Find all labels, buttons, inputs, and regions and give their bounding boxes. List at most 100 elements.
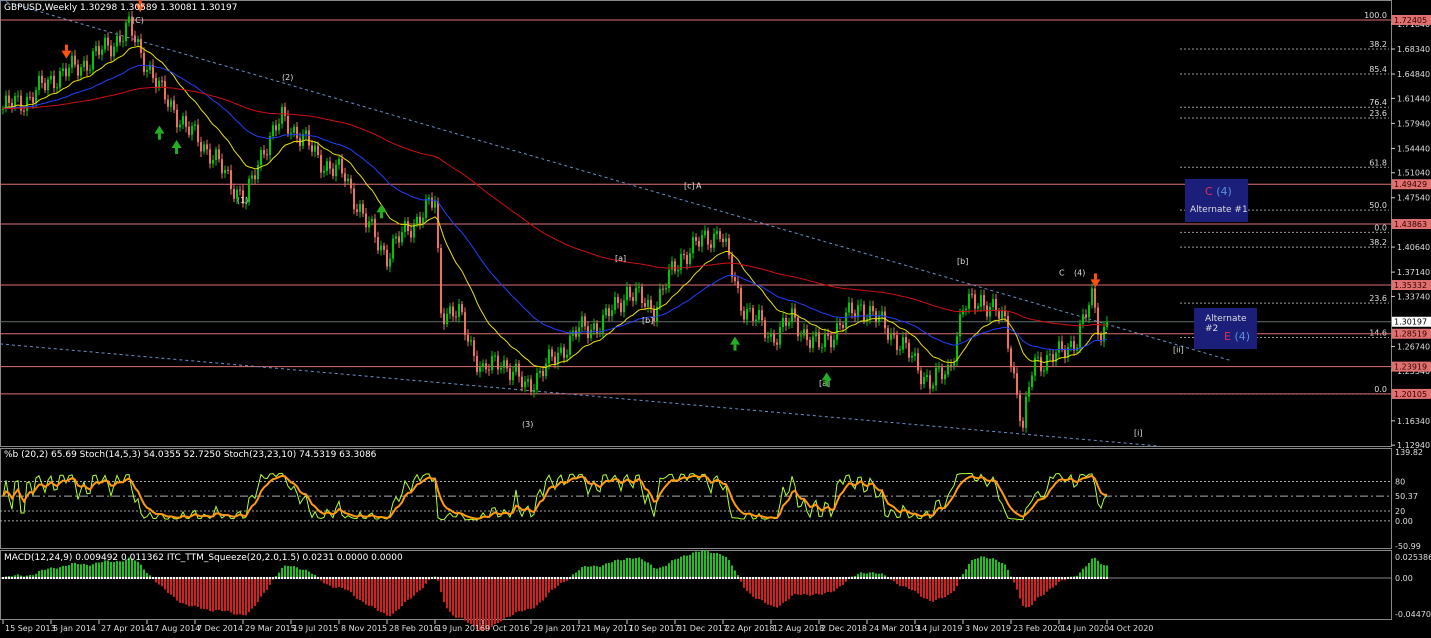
arrow-up-icon xyxy=(376,204,387,213)
candle-body xyxy=(479,366,481,373)
squeeze-dot xyxy=(29,577,31,579)
candle-body xyxy=(908,342,910,358)
candle-body xyxy=(275,125,277,131)
candle-body xyxy=(668,269,670,288)
squeeze-dot xyxy=(668,577,670,579)
candle-body xyxy=(353,188,355,210)
candle-body xyxy=(125,22,127,42)
candle-body xyxy=(329,161,331,169)
candle-body xyxy=(683,254,685,256)
squeeze-dot xyxy=(1055,577,1057,579)
squeeze-dot xyxy=(155,577,157,579)
candle-body xyxy=(704,230,706,236)
squeeze-dot xyxy=(1046,577,1048,579)
squeeze-dot xyxy=(209,577,211,579)
squeeze-dot xyxy=(563,577,565,579)
squeeze-dot xyxy=(890,577,892,579)
squeeze-dot xyxy=(143,577,145,579)
squeeze-dot xyxy=(533,577,535,579)
squeeze-dot xyxy=(128,577,130,579)
squeeze-dot xyxy=(221,577,223,579)
candle-body xyxy=(494,355,496,357)
squeeze-dot xyxy=(449,577,451,579)
candle-body xyxy=(344,173,346,182)
squeeze-dot xyxy=(503,577,505,579)
squeeze-dot xyxy=(494,577,496,579)
squeeze-dot xyxy=(983,577,985,579)
candle-body xyxy=(470,340,472,342)
squeeze-dot xyxy=(65,577,67,579)
squeeze-dot xyxy=(194,577,196,579)
squeeze-dot xyxy=(353,577,355,579)
price-tick-label: 1.54440 xyxy=(1397,144,1430,153)
candle-body xyxy=(1001,311,1003,319)
squeeze-dot xyxy=(773,577,775,579)
squeeze-dot xyxy=(512,577,514,579)
squeeze-dot xyxy=(2,577,4,579)
wave-label: [a] xyxy=(615,254,626,263)
squeeze-dot xyxy=(23,577,25,579)
candle-body xyxy=(386,249,388,267)
candle-body xyxy=(1097,307,1099,335)
candle-body xyxy=(269,136,271,156)
squeeze-dot xyxy=(968,577,970,579)
candle-body xyxy=(473,340,475,356)
time-tick-label: 15 Sep 2013 xyxy=(5,624,56,633)
candle-body xyxy=(173,100,175,110)
wave-label: [b] xyxy=(642,316,653,325)
squeeze-dot xyxy=(317,577,319,579)
alt2-degree-label: (4) xyxy=(1234,330,1251,343)
time-tick-label: 29 Jan 2017 xyxy=(533,624,581,633)
candle-body xyxy=(968,293,970,309)
candle-body xyxy=(761,310,763,321)
candle-body xyxy=(845,312,847,328)
candle-body xyxy=(482,363,484,367)
candle-body xyxy=(209,149,211,164)
squeeze-dot xyxy=(902,577,904,579)
squeeze-dot xyxy=(365,577,367,579)
candle-body xyxy=(611,310,613,317)
candle-body xyxy=(326,161,328,171)
candle-body xyxy=(176,109,178,128)
candle-body xyxy=(17,95,19,97)
candle-body xyxy=(47,79,49,91)
candle-body xyxy=(896,335,898,351)
arrow-up-icon xyxy=(821,372,832,381)
squeeze-dot xyxy=(692,577,694,579)
squeeze-dot xyxy=(254,577,256,579)
candle-body xyxy=(662,288,664,290)
candle-body xyxy=(857,305,859,318)
squeeze-dot xyxy=(356,577,358,579)
candle-body xyxy=(941,367,943,380)
squeeze-dot xyxy=(986,577,988,579)
squeeze-dot xyxy=(518,577,520,579)
candle-body xyxy=(617,297,619,303)
candle-body xyxy=(629,287,631,298)
macd-axis-label: 0.00 xyxy=(1395,574,1413,583)
candle-body xyxy=(26,96,28,111)
squeeze-dot xyxy=(1076,577,1078,579)
ma-200-line xyxy=(2,86,1108,327)
candle-body xyxy=(107,37,109,46)
squeeze-dot xyxy=(557,577,559,579)
candle-body xyxy=(665,287,667,290)
time-tick-label: 27 Apr 2014 xyxy=(101,624,150,633)
candle-body xyxy=(593,323,595,330)
candle-body xyxy=(614,297,616,311)
squeeze-dot xyxy=(653,577,655,579)
squeeze-dot xyxy=(770,577,772,579)
squeeze-dot xyxy=(281,577,283,579)
squeeze-dot xyxy=(524,577,526,579)
squeeze-dot xyxy=(482,577,484,579)
squeeze-dot xyxy=(341,577,343,579)
squeeze-dot xyxy=(1028,577,1030,579)
squeeze-dot xyxy=(8,577,10,579)
candle-body xyxy=(875,311,877,322)
candle-body xyxy=(689,253,691,264)
candle-body xyxy=(716,231,718,234)
squeeze-dot xyxy=(677,577,679,579)
candle-body xyxy=(650,299,652,310)
squeeze-dot xyxy=(974,577,976,579)
candle-body xyxy=(80,67,82,76)
squeeze-dot xyxy=(320,577,322,579)
